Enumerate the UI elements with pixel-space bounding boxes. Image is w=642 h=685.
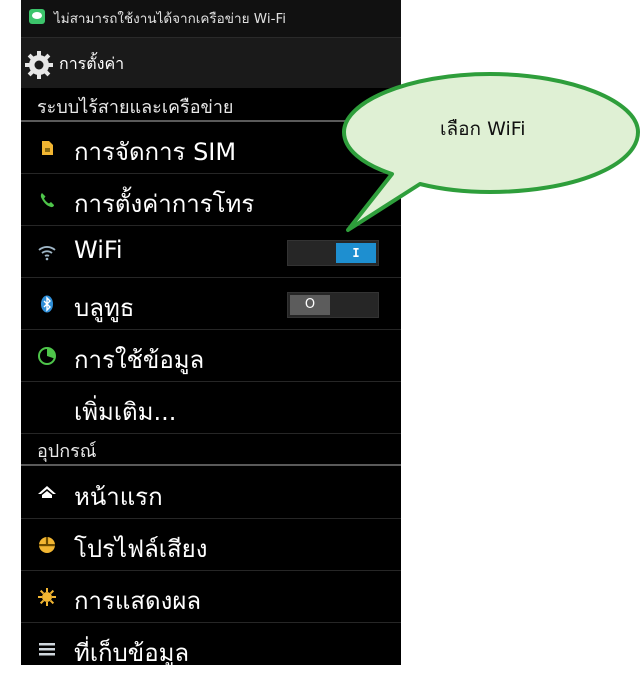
callout-text: เลือก WiFi [440, 118, 526, 140]
settings-item-label: WiFi [74, 236, 123, 264]
storage-icon [39, 643, 55, 656]
brightness-icon [38, 588, 56, 606]
settings-item-storage[interactable]: ที่เก็บข้อมูล [21, 623, 401, 665]
sim-card-icon [42, 141, 53, 155]
wifi-icon [38, 246, 56, 261]
settings-item-label: การตั้งค่าการโทร [74, 190, 255, 218]
settings-item-label: การจัดการ SIM [74, 138, 237, 166]
settings-item-more[interactable]: เพิ่มเติม... [21, 382, 401, 434]
section-header-device: อุปกรณ์ [21, 434, 401, 466]
settings-item-home[interactable]: หน้าแรก [21, 467, 401, 519]
sound-profile-icon [39, 537, 55, 553]
home-icon [38, 486, 56, 498]
status-notification-text: ไม่สามารถใช้งานได้จากเครือข่าย Wi-Fi [54, 11, 287, 27]
settings-item-label: ที่เก็บข้อมูล [74, 639, 190, 665]
settings-item-label: การแสดงผล [74, 587, 202, 615]
settings-item-display[interactable]: การแสดงผล [21, 571, 401, 623]
settings-item-label: หน้าแรก [74, 483, 163, 511]
phone-icon [40, 193, 54, 208]
callout-bubble [342, 72, 640, 232]
bluetooth-icon [41, 295, 53, 313]
data-usage-icon [38, 347, 56, 365]
settings-item-label: บลูทูธ [74, 294, 135, 322]
status-bar: ไม่สามารถใช้งานได้จากเครือข่าย Wi-Fi [21, 0, 401, 38]
toggle-off-knob: O [290, 295, 330, 315]
gear-icon[interactable] [24, 50, 54, 80]
page-title: การตั้งค่า [59, 54, 125, 73]
settings-item-label: การใช้ข้อมูล [74, 346, 205, 374]
section-title: ระบบไร้สายและเครือข่าย [37, 97, 234, 118]
settings-item-label: เพิ่มเติม... [74, 398, 177, 426]
settings-item-data-usage[interactable]: การใช้ข้อมูล [21, 330, 401, 382]
settings-item-label: โปรไฟล์เสียง [74, 535, 208, 563]
chat-notification-icon [29, 9, 45, 24]
settings-item-sound-profile[interactable]: โปรไฟล์เสียง [21, 519, 401, 571]
section-title: อุปกรณ์ [37, 441, 97, 462]
